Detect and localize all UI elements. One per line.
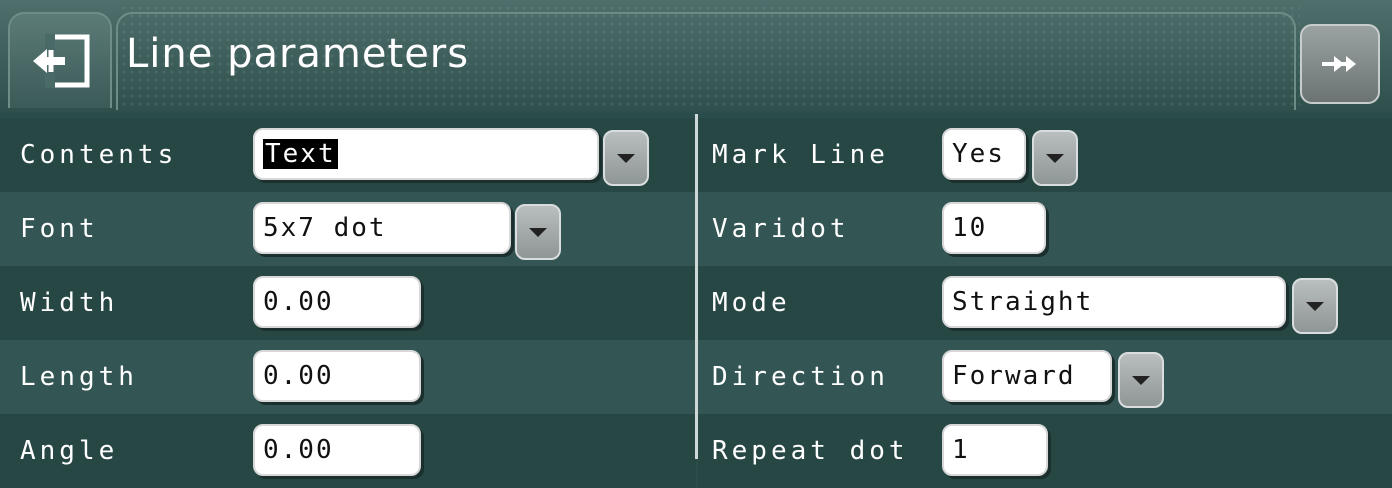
angle-label: Angle: [20, 436, 119, 466]
contents-dropdown-button[interactable]: [603, 130, 649, 186]
back-button[interactable]: [8, 12, 112, 108]
page-title: Line parameters: [126, 31, 470, 77]
font-field[interactable]: 5x7 dot: [253, 202, 511, 254]
mark-line-field[interactable]: Yes: [942, 128, 1026, 180]
mode-label: Mode: [712, 288, 791, 318]
font-dropdown-button[interactable]: [515, 204, 561, 260]
contents-label: Contents: [20, 140, 178, 170]
contents-field[interactable]: Text: [253, 128, 599, 180]
direction-label: Direction: [712, 362, 889, 392]
row-direction: Direction Forward: [698, 340, 1392, 414]
width-field[interactable]: 0.00: [253, 276, 421, 328]
angle-field[interactable]: 0.00: [253, 424, 421, 476]
row-contents: Contents Text: [0, 118, 696, 192]
row-angle: Angle 0.00: [0, 414, 696, 488]
row-mark-line: Mark Line Yes: [698, 118, 1392, 192]
length-field[interactable]: 0.00: [253, 350, 421, 402]
caret-down-icon: [1046, 153, 1064, 163]
row-length: Length 0.00: [0, 340, 696, 414]
length-label: Length: [20, 362, 138, 392]
direction-field[interactable]: Forward: [942, 350, 1112, 402]
repeat-dot-label: Repeat dot: [712, 436, 909, 466]
double-arrow-right-icon: [1322, 56, 1356, 72]
varidot-field[interactable]: 10: [942, 202, 1046, 254]
caret-down-icon: [617, 153, 635, 163]
fast-forward-button[interactable]: [1300, 24, 1380, 104]
contents-value: Text: [263, 139, 338, 169]
mark-line-label: Mark Line: [712, 140, 889, 170]
mode-dropdown-button[interactable]: [1292, 278, 1338, 334]
font-label: Font: [20, 214, 99, 244]
direction-dropdown-button[interactable]: [1118, 352, 1164, 408]
row-varidot: Varidot 10: [698, 192, 1392, 266]
caret-down-icon: [1306, 301, 1324, 311]
mark-line-dropdown-button[interactable]: [1032, 130, 1078, 186]
repeat-dot-field[interactable]: 1: [942, 424, 1048, 476]
row-mode: Mode Straight: [698, 266, 1392, 340]
exit-icon: [33, 34, 90, 88]
varidot-label: Varidot: [712, 214, 850, 244]
row-width: Width 0.00: [0, 266, 696, 340]
caret-down-icon: [1132, 375, 1150, 385]
width-label: Width: [20, 288, 119, 318]
caret-down-icon: [529, 227, 547, 237]
row-font: Font 5x7 dot: [0, 192, 696, 266]
row-repeat-dot: Repeat dot 1: [698, 414, 1392, 488]
mode-field[interactable]: Straight: [942, 276, 1286, 328]
header-bar: Line parameters: [0, 0, 1392, 112]
